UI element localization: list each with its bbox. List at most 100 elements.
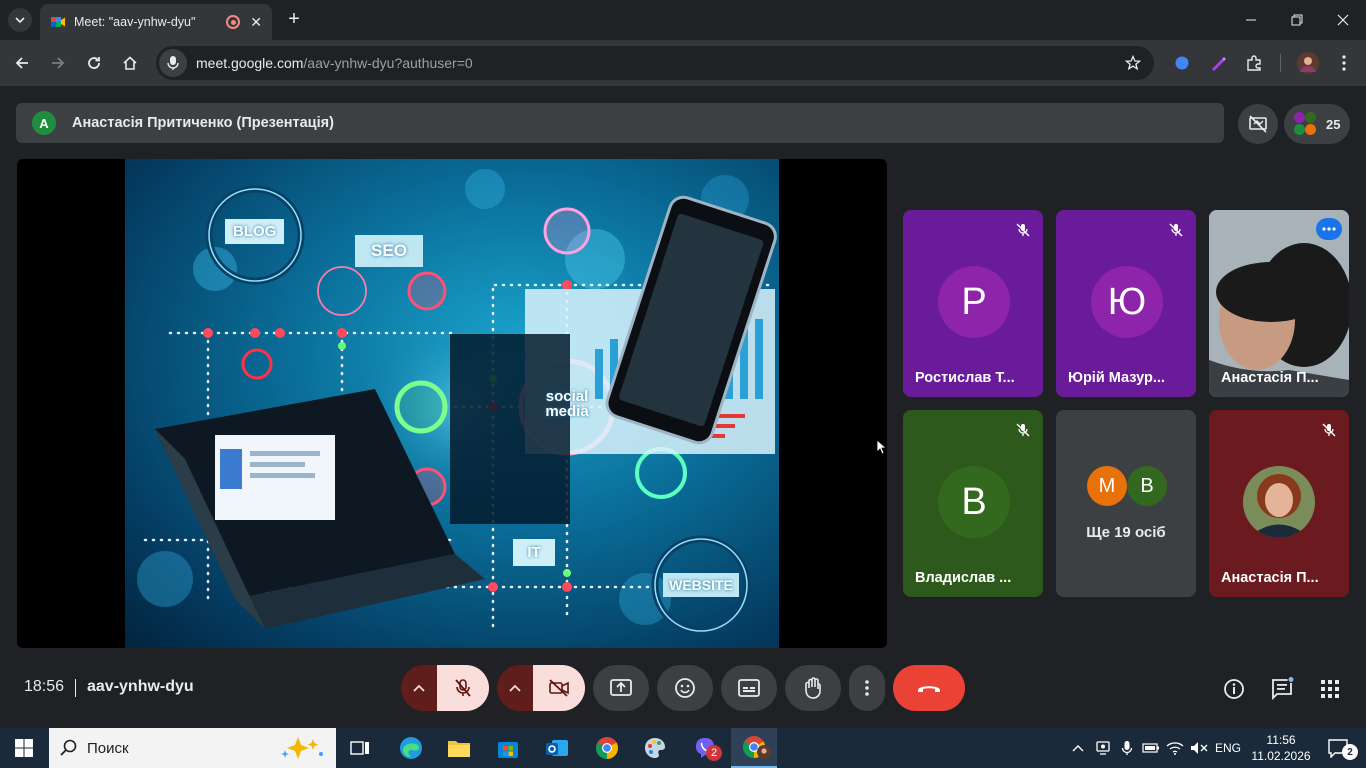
start-button[interactable] bbox=[0, 728, 48, 768]
emoji-icon bbox=[675, 678, 695, 698]
taskbar-date: 11.02.2026 bbox=[1251, 749, 1311, 763]
address-bar[interactable]: meet.google.com/aav-ynhw-dyu?authuser=0 bbox=[156, 46, 1154, 80]
mail-icon bbox=[546, 740, 568, 756]
meeting-details-button[interactable] bbox=[1220, 675, 1248, 703]
present-screen-button[interactable] bbox=[593, 665, 649, 711]
tab-search-button[interactable] bbox=[8, 8, 32, 32]
restore-icon bbox=[1291, 14, 1303, 26]
more-avatar-b: B bbox=[1127, 466, 1167, 506]
profile-badge-icon bbox=[757, 745, 771, 759]
meeting-code: aav-ynhw-dyu bbox=[87, 678, 194, 695]
slide-label-social-media: social media bbox=[545, 388, 589, 420]
recording-indicator-icon bbox=[226, 15, 241, 29]
taskbar-chrome-active[interactable] bbox=[731, 728, 777, 768]
taskbar-edge[interactable] bbox=[388, 728, 434, 768]
chevron-up-icon bbox=[1072, 745, 1084, 752]
close-window-button[interactable] bbox=[1320, 0, 1366, 40]
taskbar-store[interactable] bbox=[485, 728, 531, 768]
tray-volume[interactable] bbox=[1188, 728, 1210, 768]
site-info-button[interactable] bbox=[159, 49, 187, 77]
microphone-toggle-button[interactable] bbox=[437, 665, 489, 711]
battery-icon bbox=[1142, 743, 1159, 753]
notification-center-button[interactable]: 2 bbox=[1318, 728, 1358, 768]
participant-avatar: Ю bbox=[1091, 266, 1163, 338]
people-button[interactable]: 25 bbox=[1284, 104, 1350, 144]
minimize-icon bbox=[1246, 19, 1256, 21]
extension-blue-dot[interactable] bbox=[1168, 49, 1196, 77]
puzzle-icon bbox=[1247, 55, 1261, 71]
participant-tile-video[interactable]: Анастасія П... bbox=[1209, 210, 1349, 397]
home-icon bbox=[123, 56, 137, 70]
hang-up-icon bbox=[918, 686, 940, 692]
more-participants-tile[interactable]: M B Ще 19 осіб bbox=[1056, 410, 1196, 597]
extensions-button[interactable] bbox=[1240, 49, 1268, 77]
taskbar-outlook[interactable] bbox=[534, 728, 580, 768]
taskbar-search-box[interactable]: Поиск bbox=[49, 728, 336, 768]
tray-language[interactable]: ENG bbox=[1212, 728, 1244, 768]
home-button[interactable] bbox=[116, 49, 144, 77]
palette-icon bbox=[645, 738, 665, 758]
hide-presentation-button[interactable] bbox=[1238, 104, 1278, 144]
participant-name: Юрій Мазур... bbox=[1068, 370, 1165, 386]
tray-wifi[interactable] bbox=[1164, 728, 1186, 768]
profile-button[interactable] bbox=[1294, 49, 1322, 77]
more-vertical-icon bbox=[865, 680, 869, 696]
arrow-right-icon bbox=[52, 57, 65, 69]
more-options-button[interactable] bbox=[849, 665, 885, 711]
meet-app: A Анастасія Притиченко (Презентація) 25 bbox=[0, 86, 1366, 728]
captions-button[interactable] bbox=[721, 665, 777, 711]
chevron-down-icon bbox=[15, 17, 25, 24]
present-screen-icon bbox=[610, 679, 632, 696]
participant-tile[interactable]: В Владислав ... bbox=[903, 410, 1043, 597]
restore-button[interactable] bbox=[1274, 0, 1320, 40]
participant-tile[interactable]: Р Ростислав Т... bbox=[903, 210, 1043, 397]
participant-tile[interactable]: Анастасія П... bbox=[1209, 410, 1349, 597]
search-icon bbox=[60, 739, 77, 756]
folder-icon bbox=[448, 741, 470, 757]
raise-hand-button[interactable] bbox=[785, 665, 841, 711]
show-hidden-icons-button[interactable] bbox=[1068, 728, 1088, 768]
mic-off-icon bbox=[1164, 218, 1188, 242]
tray-camera[interactable] bbox=[1092, 728, 1114, 768]
back-button[interactable] bbox=[8, 49, 36, 77]
reload-button[interactable] bbox=[80, 49, 108, 77]
presenter-avatar: A bbox=[32, 111, 56, 135]
tab-close-icon[interactable]: ✕ bbox=[250, 14, 262, 31]
camera-toggle-button[interactable] bbox=[533, 665, 585, 711]
participant-options-button[interactable] bbox=[1316, 218, 1342, 240]
mic-off-icon bbox=[1011, 418, 1035, 442]
audio-options-button[interactable] bbox=[401, 665, 437, 711]
participant-tile[interactable]: Ю Юрій Мазур... bbox=[1056, 210, 1196, 397]
microphone-icon bbox=[167, 56, 179, 70]
video-options-button[interactable] bbox=[497, 665, 533, 711]
taskbar-chrome[interactable] bbox=[584, 728, 630, 768]
bookmark-button[interactable] bbox=[1118, 48, 1148, 78]
minimize-button[interactable] bbox=[1228, 0, 1274, 40]
taskbar-paint[interactable] bbox=[632, 728, 678, 768]
tab-title: Meet: "aav-ynhw-dyu" bbox=[74, 15, 196, 29]
reactions-button[interactable] bbox=[657, 665, 713, 711]
wifi-icon bbox=[1166, 742, 1184, 755]
browser-tab-meet[interactable]: Meet: "aav-ynhw-dyu" ✕ bbox=[40, 4, 272, 40]
edge-icon bbox=[400, 737, 422, 759]
browser-menu-button[interactable] bbox=[1330, 49, 1358, 77]
task-view-button[interactable] bbox=[337, 728, 383, 768]
leave-call-button[interactable] bbox=[893, 665, 965, 711]
new-tab-button[interactable]: + bbox=[282, 8, 306, 32]
participants-count: 25 bbox=[1326, 116, 1341, 132]
notification-count: 2 bbox=[1342, 744, 1358, 760]
participant-name: Анастасія П... bbox=[1221, 570, 1319, 586]
presenter-bar: A Анастасія Притиченко (Презентація) bbox=[16, 103, 1224, 143]
pen-extension-icon bbox=[1212, 57, 1226, 71]
activities-button[interactable] bbox=[1316, 675, 1344, 703]
extension-pen[interactable] bbox=[1204, 49, 1232, 77]
taskbar-file-explorer[interactable] bbox=[436, 728, 482, 768]
tray-battery[interactable] bbox=[1140, 728, 1162, 768]
taskbar-viber[interactable]: 2 bbox=[682, 728, 728, 768]
forward-button[interactable] bbox=[44, 49, 72, 77]
tray-clock[interactable]: 11:56 11.02.2026 bbox=[1248, 728, 1314, 768]
tray-microphone[interactable] bbox=[1116, 728, 1138, 768]
volume-muted-icon bbox=[1191, 742, 1208, 754]
chat-button[interactable] bbox=[1268, 675, 1296, 703]
more-avatar-m: M bbox=[1087, 466, 1127, 506]
